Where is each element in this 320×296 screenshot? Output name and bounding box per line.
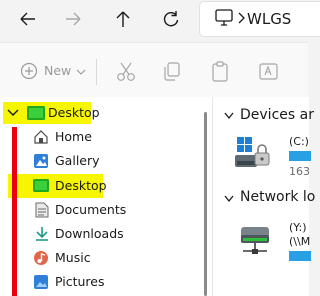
paste-button[interactable] xyxy=(210,61,230,87)
download-icon xyxy=(36,227,48,241)
devices-section-heading: Devices ar xyxy=(240,107,314,123)
nav-item-label: Gallery xyxy=(55,153,100,168)
drive-c-item[interactable]: (C:) 163 xyxy=(235,131,311,179)
desktop-folder-icon xyxy=(33,179,49,192)
rename-icon xyxy=(259,63,278,80)
new-label: New xyxy=(44,63,72,78)
drive-y-label: (Y:) xyxy=(289,221,307,234)
address-bar[interactable]: WLGS xyxy=(199,1,320,37)
up-arrow-icon xyxy=(116,11,130,27)
forward-arrow-icon xyxy=(66,12,81,26)
nav-item-label: Desktop xyxy=(48,105,100,120)
back-button[interactable] xyxy=(10,4,44,34)
chevron-right-icon xyxy=(238,12,245,24)
nav-item-desktop[interactable]: Desktop xyxy=(8,174,107,198)
forward-button[interactable] xyxy=(57,4,91,34)
music-icon xyxy=(34,251,48,265)
rename-button[interactable] xyxy=(258,61,280,87)
annotation-red-line xyxy=(12,127,17,296)
plus-circle-icon xyxy=(20,62,38,80)
command-bar: New xyxy=(0,42,308,98)
documents-icon xyxy=(35,202,49,218)
scissors-icon xyxy=(117,62,135,81)
nav-item-label: Downloads xyxy=(55,226,124,241)
chevron-down-icon xyxy=(76,69,86,75)
nav-item-label: Pictures xyxy=(55,274,105,289)
content-pane: Devices ar (C:) 163 Network lo (Y:) (\\M xyxy=(212,97,315,296)
home-icon xyxy=(34,130,48,144)
nav-item-home[interactable]: Home xyxy=(32,126,182,148)
nav-item-label: Home xyxy=(55,129,92,144)
refresh-button[interactable] xyxy=(154,4,188,34)
copy-button[interactable] xyxy=(162,61,182,87)
network-drive-icon xyxy=(241,227,269,254)
chevron-down-icon[interactable] xyxy=(224,193,234,205)
cut-button[interactable] xyxy=(116,61,136,87)
navigation-pane-scrollbar[interactable] xyxy=(204,112,207,296)
navigation-bar: WLGS xyxy=(0,0,320,42)
nav-item-music[interactable]: Music xyxy=(32,247,182,269)
nav-item-label: Documents xyxy=(55,202,127,217)
drive-c-label: (C:) xyxy=(289,135,309,148)
nav-item-pictures[interactable]: Pictures xyxy=(32,271,182,293)
gallery-icon xyxy=(34,154,48,168)
drive-c-usage-bar xyxy=(289,151,311,161)
toolbar-separator xyxy=(96,59,97,85)
pictures-icon xyxy=(34,275,48,289)
drive-y-item[interactable]: (Y:) (\\M xyxy=(235,215,311,267)
refresh-icon xyxy=(163,11,179,27)
chevron-down-icon[interactable] xyxy=(224,110,234,122)
copy-icon xyxy=(164,62,180,81)
chevron-down-icon xyxy=(7,109,19,116)
nav-item-gallery[interactable]: Gallery xyxy=(32,150,182,172)
new-button[interactable]: New xyxy=(20,59,86,83)
back-arrow-icon xyxy=(20,12,35,26)
nav-item-label: Desktop xyxy=(55,178,107,193)
drive-y-path: (\\M xyxy=(289,235,311,248)
drive-c-free-space: 163 xyxy=(289,165,310,178)
nav-item-downloads[interactable]: Downloads xyxy=(32,223,182,245)
monitor-icon xyxy=(215,9,233,26)
drive-y-usage-bar xyxy=(289,251,311,261)
nav-item-label: Music xyxy=(55,250,91,265)
nav-item-documents[interactable]: Documents xyxy=(32,199,182,221)
network-section-heading: Network lo xyxy=(240,189,316,205)
clipboard-icon xyxy=(212,61,228,82)
up-button[interactable] xyxy=(106,4,140,34)
drive-lock-icon xyxy=(235,137,270,167)
nav-item-desktop-root[interactable]: Desktop xyxy=(3,102,100,124)
desktop-folder-icon xyxy=(27,106,45,120)
address-text: WLGS xyxy=(247,10,292,28)
